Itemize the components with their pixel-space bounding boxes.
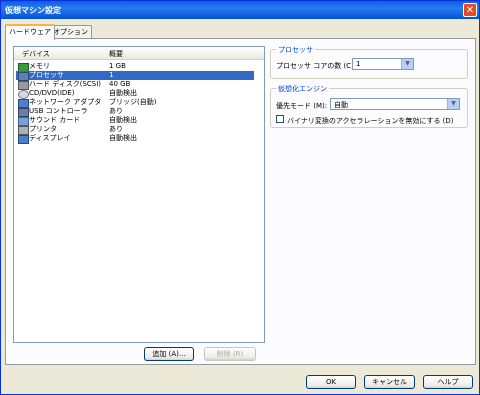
device-summary: 自動検出 [109,89,137,97]
device-list[interactable]: デバイス 概要 メモリ 1 GB プロセッサ 1 ハード ディスク(SCSI) 40 GB… [13,46,265,343]
list-header: デバイス 概要 [14,47,264,60]
cancel-button[interactable]: キャンセル [364,375,415,389]
device-name: CD/DVD(IDE) [29,89,75,97]
chevron-down-icon[interactable]: ▼ [401,59,413,69]
device-summary: 自動検出 [109,116,137,124]
mode-value: 自動 [334,101,348,109]
device-name: ハード ディスク(SCSI) [29,80,102,88]
list-item[interactable]: USB コントローラ あり [16,107,254,117]
device-summary: 1 GB [109,62,126,70]
device-summary: あり [109,107,123,115]
mode-select[interactable]: 自動 ▼ [330,98,460,110]
device-name: サウンド カード [29,116,81,124]
device-name: ディスプレイ [29,134,71,142]
device-name: メモリ [29,62,50,70]
list-item[interactable]: CD/DVD(IDE) 自動検出 [16,89,254,99]
processor-legend: プロセッサ [276,45,315,55]
device-summary: 1 [109,71,114,79]
device-summary: 自動検出 [109,134,137,142]
cores-select[interactable]: 1 ▼ [352,58,414,70]
list-item[interactable]: プリンタ あり [16,125,254,135]
list-item[interactable]: ネットワーク アダプタ ブリッジ(自動) [16,98,254,108]
tab-options[interactable]: オプション [49,25,92,38]
ok-button[interactable]: OK [306,375,356,389]
list-item[interactable]: メモリ 1 GB [16,62,254,72]
mode-label: 優先モード (M): [276,102,328,110]
tab-hardware[interactable]: ハードウェア [5,24,55,40]
list-item[interactable]: ハード ディスク(SCSI) 40 GB [16,80,254,90]
device-summary: ブリッジ(自動) [109,98,157,106]
chevron-down-icon[interactable]: ▼ [447,99,459,109]
device-summary: あり [109,125,123,133]
vm-settings-dialog: 仮想マシン設定 ✕ ハードウェア オプション デバイス 概要 メモリ 1 GB プロ… [0,0,480,395]
virtualization-legend: 仮想化エンジン [276,84,329,94]
device-name: ネットワーク アダプタ [29,98,102,106]
device-name: プロセッサ [29,71,64,79]
device-name: USB コントローラ [29,107,88,115]
binary-translation-checkbox[interactable] [276,115,284,123]
device-name: プリンタ [29,125,57,133]
remove-button[interactable]: 削除 (R) [204,347,256,361]
cores-label: プロセッサ コアの数 (C): [276,62,357,70]
list-item[interactable]: ディスプレイ 自動検出 [16,134,254,144]
window-title: 仮想マシン設定 [5,6,61,15]
add-button[interactable]: 追加 (A)... [144,347,194,361]
cores-value: 1 [356,60,361,68]
column-header-summary[interactable]: 概要 [109,49,123,59]
list-item[interactable]: プロセッサ 1 [16,71,254,81]
list-item[interactable]: サウンド カード 自動検出 [16,116,254,126]
column-header-device[interactable]: デバイス [22,49,50,59]
title-bar[interactable]: 仮想マシン設定 ✕ [1,1,479,19]
help-button[interactable]: ヘルプ [423,375,473,389]
display-icon [18,135,29,144]
device-summary: 40 GB [109,80,131,88]
close-button[interactable]: ✕ [463,3,477,17]
binary-translation-label: バイナリ変換のアクセラレーションを無効にする (D) [287,117,454,125]
